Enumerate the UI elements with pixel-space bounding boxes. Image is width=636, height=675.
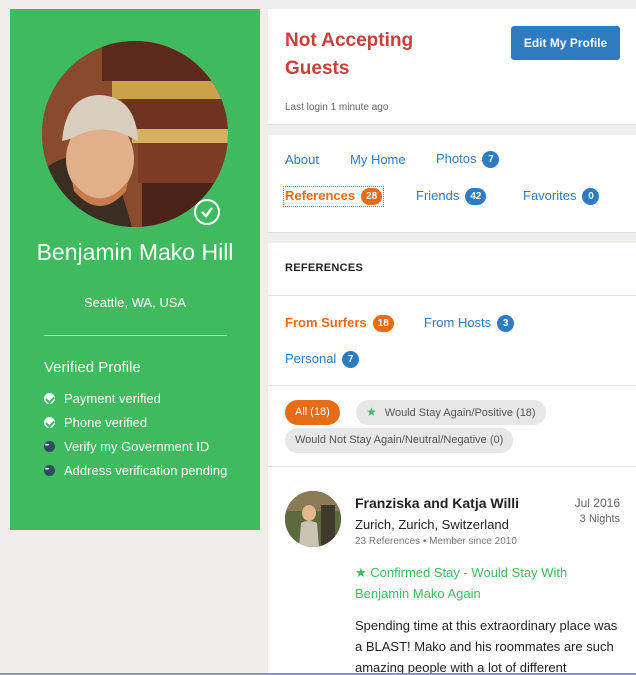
- filter-negative[interactable]: Would Not Stay Again/Neutral/Negative (0…: [285, 428, 514, 453]
- star-icon: ★: [355, 565, 371, 580]
- last-login: Last login 1 minute ago: [285, 102, 389, 113]
- star-icon: ★: [366, 405, 377, 419]
- edit-profile-button[interactable]: Edit My Profile: [511, 26, 620, 60]
- reference-author-name[interactable]: Franziska and Katja Willi: [355, 495, 519, 511]
- reference-date: Jul 2016: [574, 496, 620, 510]
- personal-count-badge: 7: [342, 351, 360, 368]
- references-count-badge: 28: [361, 188, 383, 205]
- reference-author-avatar[interactable]: [285, 491, 341, 547]
- hosting-status: Not Accepting Guests: [285, 30, 414, 79]
- reference-author-location: Zurich, Zurich, Switzerland: [355, 517, 509, 532]
- verified-profile-title: Verified Profile: [44, 359, 141, 376]
- check-circle-icon: [44, 417, 55, 428]
- tab-about[interactable]: About: [285, 152, 319, 167]
- profile-location: Seattle, WA, USA: [83, 295, 187, 310]
- from-hosts-count-badge: 3: [497, 315, 515, 332]
- profile-sidebar: Benjamin Mako Hill Seattle, WA, USA Veri…: [10, 9, 260, 530]
- filter-all[interactable]: All (18): [285, 400, 340, 425]
- profile-nav: About My Home Photos 7 References 28 Frien…: [268, 135, 636, 233]
- tab-friends[interactable]: Friends 42: [416, 188, 487, 205]
- check-circle-icon: [44, 393, 55, 404]
- tab-from-hosts[interactable]: From Hosts 3: [424, 315, 515, 332]
- verification-phone: Phone verified: [44, 413, 244, 433]
- divider: [268, 295, 636, 296]
- reference-author-meta: 23 References • Member since 2010: [355, 536, 517, 547]
- sidebar-divider: [44, 335, 227, 336]
- filter-positive[interactable]: ★ Would Stay Again/Positive (18): [356, 400, 546, 425]
- profile-avatar-container: [42, 41, 228, 227]
- friends-count-badge: 42: [465, 188, 487, 205]
- verification-payment: Payment verified: [44, 389, 244, 409]
- divider: [268, 466, 636, 467]
- profile-name: Benjamin Mako Hill: [36, 239, 234, 265]
- tab-personal[interactable]: Personal 7: [285, 351, 360, 368]
- tab-favorites[interactable]: Favorites 0: [523, 188, 600, 205]
- references-heading: REFERENCES: [285, 262, 364, 274]
- confirmed-stay-label: ★ Confirmed Stay - Would Stay With Benja…: [355, 565, 568, 601]
- ellipsis-circle-icon: [44, 436, 55, 456]
- verification-government-id[interactable]: Verify my Government ID: [44, 436, 244, 457]
- status-card: Not Accepting Guests Last login 1 minute…: [268, 9, 636, 125]
- avatar[interactable]: [42, 41, 228, 227]
- verification-address: Address verification pending: [44, 460, 244, 481]
- references-card: REFERENCES From Surfers 18 From Hosts 3 Pe…: [268, 243, 636, 675]
- divider: [268, 385, 636, 386]
- tab-my-home[interactable]: My Home: [350, 152, 406, 167]
- from-surfers-count-badge: 18: [372, 315, 394, 332]
- tab-references[interactable]: References 28: [282, 186, 385, 207]
- favorites-count-badge: 0: [582, 188, 600, 205]
- tab-photos[interactable]: Photos 7: [436, 151, 500, 168]
- verified-check-icon: [194, 199, 220, 225]
- photos-count-badge: 7: [482, 151, 500, 168]
- tab-from-surfers[interactable]: From Surfers 18: [285, 315, 394, 332]
- verification-list: Payment verified Phone verified Verify m…: [44, 389, 244, 485]
- reference-nights: 3 Nights: [579, 513, 620, 525]
- reference-text: Spending time at this extraordinary plac…: [355, 618, 618, 675]
- ellipsis-circle-icon: [44, 460, 55, 480]
